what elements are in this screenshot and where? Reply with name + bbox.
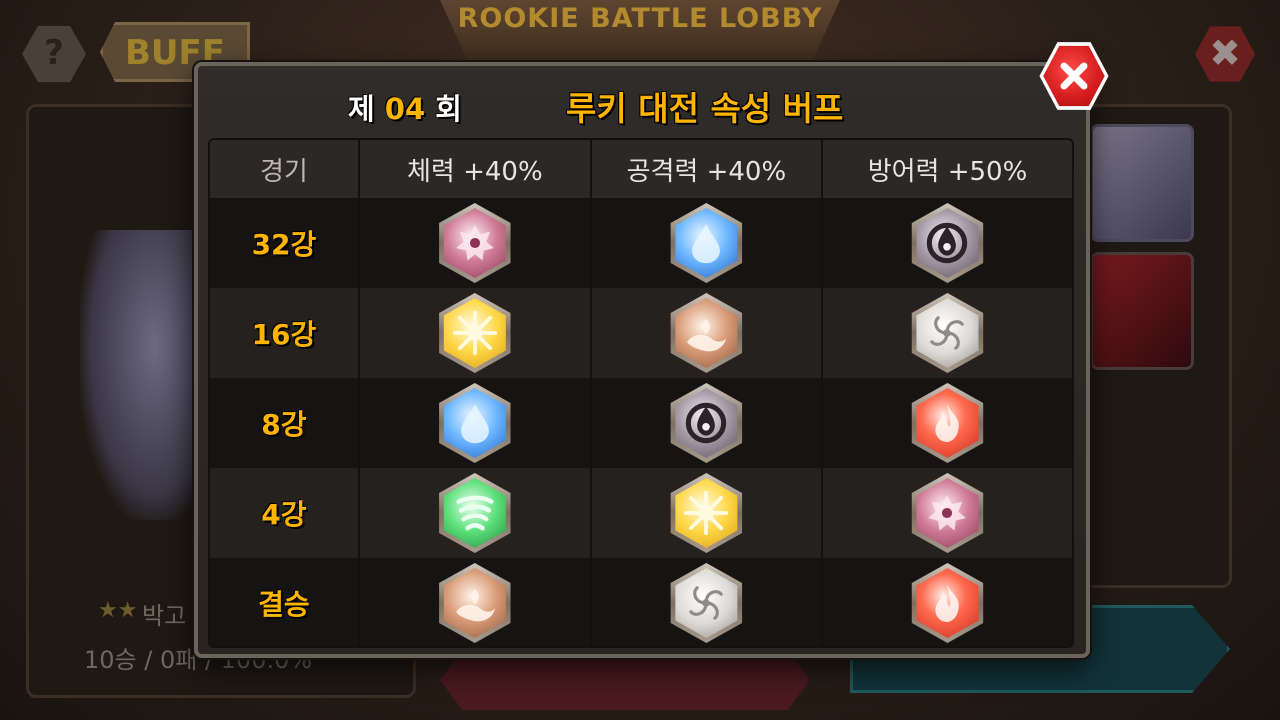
water-element-icon xyxy=(437,383,513,463)
buff-cell xyxy=(821,378,1072,468)
buff-cell xyxy=(358,378,592,468)
column-header-hp: 체력 +40% xyxy=(358,140,592,198)
hero-name: 박고 xyxy=(142,602,187,630)
buff-cell xyxy=(590,378,823,468)
table-row: 결승 xyxy=(210,558,1072,646)
stage-label: 결승 xyxy=(210,558,360,646)
buff-cell xyxy=(590,558,823,646)
table-row: 4강 xyxy=(210,468,1072,558)
round-suffix: 회 xyxy=(425,92,462,126)
stage-label: 8강 xyxy=(210,378,360,468)
buff-table: 경기 체력 +40% 공격력 +40% 방어력 +50% 32강 16강 8강 4강 결… xyxy=(208,138,1074,648)
light-element-icon xyxy=(437,293,513,373)
buff-cell xyxy=(821,288,1072,378)
buff-cell xyxy=(358,198,592,288)
rookie-buff-modal: 제 04 회 루키 대전 속성 버프 경기 체력 +40% 공격력 +40% 방… xyxy=(194,42,1109,658)
round-prefix: 제 xyxy=(348,92,385,126)
dark-element-icon xyxy=(909,203,985,283)
round-label: 제 04 회 xyxy=(348,86,462,128)
buff-cell xyxy=(821,198,1072,288)
fire-element-icon xyxy=(909,383,985,463)
table-header-row: 경기 체력 +40% 공격력 +40% 방어력 +50% xyxy=(210,140,1072,198)
stage-label: 32강 xyxy=(210,198,360,288)
lobby-title: ROOKIE BATTLE LOBBY xyxy=(457,3,823,34)
column-header-stage: 경기 xyxy=(210,140,360,198)
fiend-element-icon xyxy=(909,473,985,553)
column-header-defense: 방어력 +50% xyxy=(821,140,1072,198)
buff-cell xyxy=(821,558,1072,646)
opponent-card[interactable] xyxy=(1090,252,1194,370)
fiend-element-icon xyxy=(437,203,513,283)
buff-cell xyxy=(358,468,592,558)
earth-element-icon xyxy=(437,563,513,643)
round-number: 04 xyxy=(384,92,426,126)
table-row: 32강 xyxy=(210,198,1072,288)
wind-element-icon xyxy=(437,473,513,553)
buff-cell xyxy=(821,468,1072,558)
modal-header: 제 04 회 루키 대전 속성 버프 xyxy=(198,66,1086,138)
modal-title: 루키 대전 속성 버프 xyxy=(566,89,844,128)
water-element-icon xyxy=(668,203,744,283)
column-header-attack: 공격력 +40% xyxy=(590,140,823,198)
buff-cell xyxy=(590,468,823,558)
table-row: 16강 xyxy=(210,288,1072,378)
void-element-icon xyxy=(668,563,744,643)
hero-star-icon: ★★ xyxy=(98,598,138,623)
dark-element-icon xyxy=(668,383,744,463)
battle-button[interactable] xyxy=(440,650,810,710)
earth-element-icon xyxy=(668,293,744,373)
buff-cell xyxy=(590,198,823,288)
light-element-icon xyxy=(668,473,744,553)
table-row: 8강 xyxy=(210,378,1072,468)
opponent-card[interactable] xyxy=(1090,124,1194,242)
buff-cell xyxy=(358,288,592,378)
void-element-icon xyxy=(909,293,985,373)
buff-cell xyxy=(358,558,592,646)
fire-element-icon xyxy=(909,563,985,643)
stage-label: 4강 xyxy=(210,468,360,558)
stage-label: 16강 xyxy=(210,288,360,378)
buff-cell xyxy=(590,288,823,378)
